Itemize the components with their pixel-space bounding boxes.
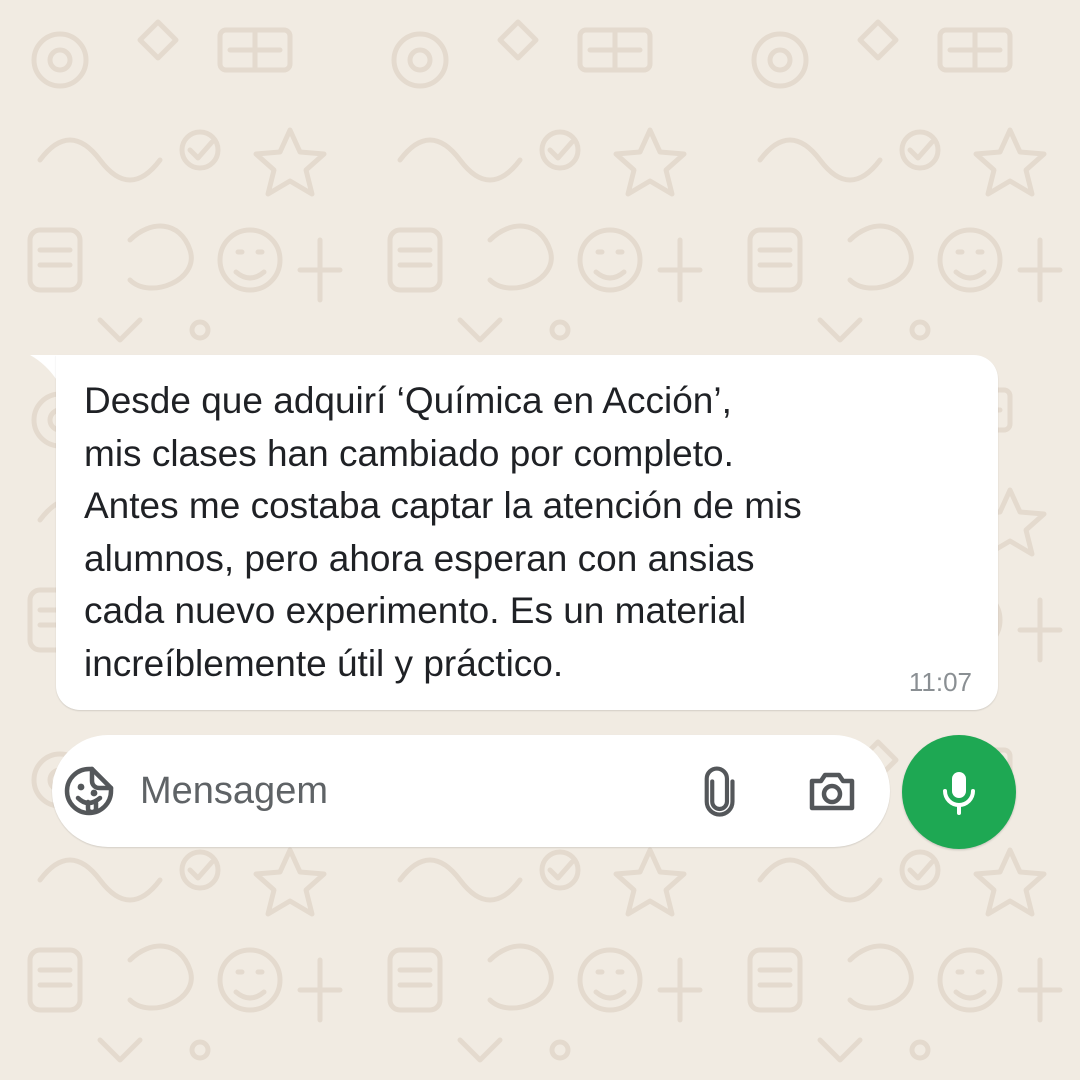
message-input[interactable]: [140, 761, 660, 821]
message-timestamp: 11:07: [908, 667, 972, 697]
paperclip-icon[interactable]: [692, 763, 748, 819]
incoming-message-bubble[interactable]: Desde que adquirí ‘Química en Acción’, m…: [56, 355, 998, 710]
message-text: Desde que adquirí ‘Química en Acción’, m…: [84, 380, 802, 684]
microphone-icon: [943, 772, 975, 815]
camera-icon[interactable]: [804, 763, 860, 819]
message-composer: [52, 735, 890, 847]
voice-message-button[interactable]: [902, 735, 1016, 849]
sticker-smiley-icon[interactable]: [62, 764, 116, 818]
